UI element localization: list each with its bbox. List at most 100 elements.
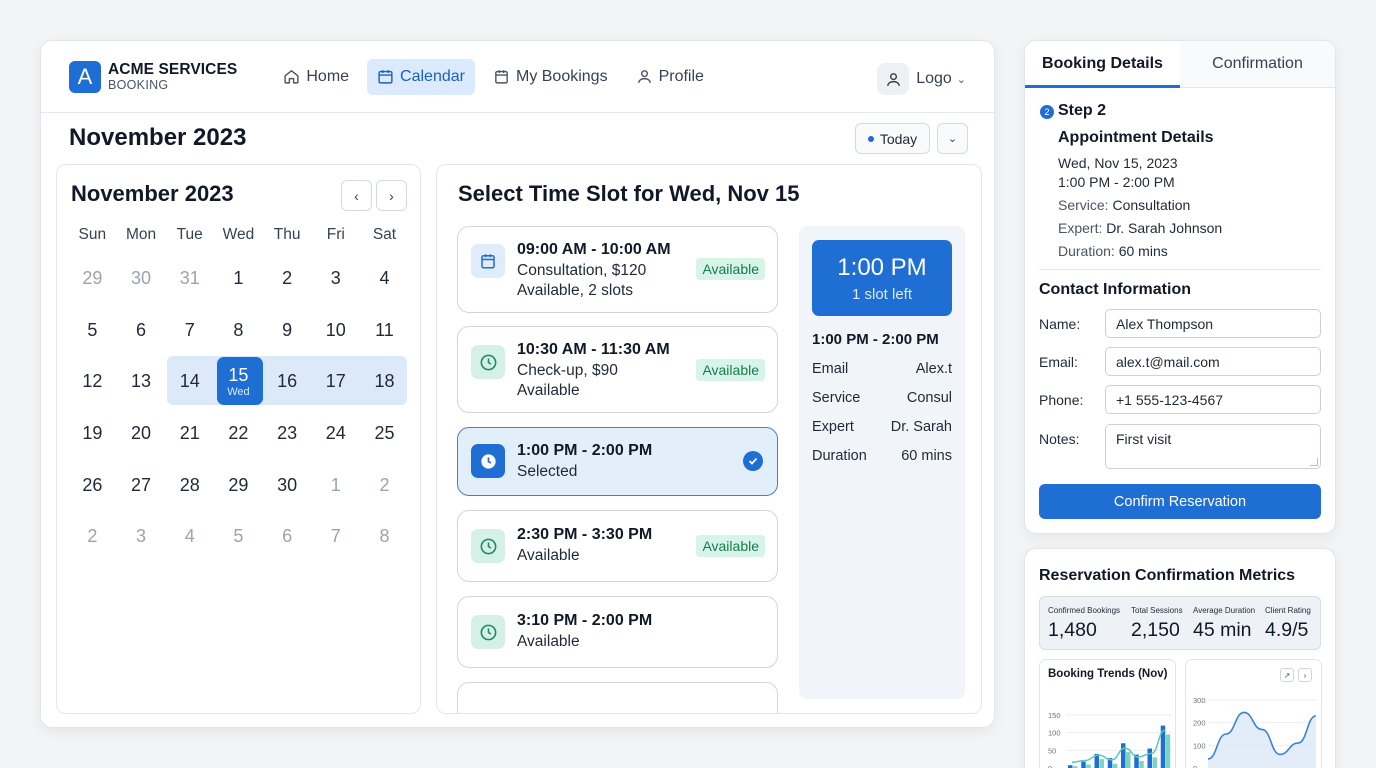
today-button[interactable]: Today [855, 123, 930, 154]
calendar-day[interactable]: 10 [311, 305, 360, 357]
calendar-day[interactable]: 21 [165, 408, 214, 460]
calendar-day[interactable]: 24 [311, 408, 360, 460]
next-month-button[interactable]: › [376, 180, 407, 211]
time-slot-card-partial[interactable] [457, 682, 778, 713]
chevron-down-icon: ⌄ [956, 73, 966, 86]
tab-booking-details[interactable]: Booking Details [1025, 41, 1180, 88]
calendar-day[interactable]: 14 [165, 356, 214, 408]
calendar-day[interactable]: 1 [214, 253, 263, 305]
calendar-day[interactable]: 12 [68, 356, 117, 408]
calendar-day[interactable]: 11 [360, 305, 409, 357]
calendar-day[interactable]: 2 [360, 459, 409, 511]
bar [1126, 752, 1131, 768]
appointment-service: Service: Consultation [1058, 197, 1191, 213]
calendar-day[interactable]: 3 [311, 253, 360, 305]
calendar-day[interactable]: 28 [165, 459, 214, 511]
today-label: Today [879, 130, 918, 147]
brand-subtitle: BOOKING [108, 78, 169, 92]
phone-label: Phone: [1039, 392, 1084, 408]
nav-label-profile: Profile [658, 67, 704, 85]
nav-item-calendar[interactable]: Calendar [367, 58, 475, 95]
calendar-day[interactable]: 27 [117, 459, 166, 511]
calendar-day[interactable]: 18 [360, 356, 409, 408]
calendar-day[interactable]: 4 [165, 511, 214, 563]
time-slot-card-selected[interactable]: 1:00 PM - 2:00 PM Selected [457, 427, 778, 496]
calendar-day[interactable]: 2 [263, 253, 312, 305]
calendar-day[interactable]: 8 [360, 511, 409, 563]
calendar-day[interactable]: 5 [68, 305, 117, 357]
time-slot-panel: Select Time Slot for Wed, Nov 15 09:00 A… [436, 164, 982, 714]
time-slot-card[interactable]: 2:30 PM - 3:30 PM Available Available [457, 510, 778, 582]
slot-summary-panel: 1:00 PM 1 slot left 1:00 PM - 2:00 PM Em… [799, 226, 965, 699]
stat-total-sessions: Total Sessions 2,150 [1131, 606, 1183, 641]
weekday-label: Thu [273, 226, 301, 243]
calendar-day[interactable]: 6 [117, 305, 166, 357]
calendar-day[interactable]: 8 [214, 305, 263, 357]
calendar-day[interactable]: 20 [117, 408, 166, 460]
weekday-label: Sat [372, 226, 397, 243]
booking-tabs: Booking Details Confirmation [1025, 41, 1335, 88]
booking-trends-svg: 150 100 50 0 [1048, 711, 1172, 768]
calendar-day[interactable]: 17 [311, 356, 360, 408]
calendar-day[interactable]: 2 [68, 511, 117, 563]
calendar-day[interactable]: 26 [68, 459, 117, 511]
trend-area-svg: 300 200 100 0 [1193, 696, 1317, 768]
calendar-day[interactable]: 7 [311, 511, 360, 563]
tab-confirmation[interactable]: Confirmation [1180, 41, 1335, 87]
calendar-day[interactable]: 4 [360, 253, 409, 305]
y-tick-label: 300 [1193, 696, 1206, 705]
prev-month-button[interactable]: ‹ [341, 180, 372, 211]
time-slot-card[interactable]: 09:00 AM - 10:00 AM Consultation, $120 A… [457, 226, 778, 313]
y-tick-label: 150 [1048, 711, 1061, 720]
calendar-day[interactable]: 22 [214, 408, 263, 460]
view-dropdown-button[interactable]: ⌄ [937, 123, 968, 154]
time-slot-card[interactable]: 3:10 PM - 2:00 PM Available [457, 596, 778, 668]
phone-field[interactable]: +1 555-123-4567 [1105, 385, 1321, 414]
notes-label: Notes: [1039, 431, 1080, 447]
calendar-day[interactable]: 3 [117, 511, 166, 563]
time-slot-title: Select Time Slot for Wed, Nov 15 [458, 181, 800, 206]
chevron-left-icon: ‹ [354, 187, 359, 204]
slot-status: Selected [517, 462, 578, 480]
calendar-day[interactable]: 16 [263, 356, 312, 408]
calendar-day[interactable]: 29 [68, 253, 117, 305]
notes-field[interactable]: First visit [1105, 424, 1321, 469]
contact-title: Contact Information [1039, 281, 1191, 298]
calendar-day[interactable]: 30 [117, 253, 166, 305]
booking-details-card: Booking Details Confirmation 2 Step 2 Ap… [1024, 40, 1336, 534]
calendar-icon [378, 70, 393, 84]
slot-time: 10:30 AM - 11:30 AM [517, 341, 670, 358]
nav-item-my-bookings[interactable]: My Bookings [483, 59, 618, 95]
stat-confirmed-bookings: Confirmed Bookings 1,480 [1048, 606, 1121, 641]
nav-label-my-bookings: My Bookings [515, 67, 608, 85]
confirm-reservation-button[interactable]: Confirm Reservation [1039, 484, 1321, 519]
calendar-day[interactable]: 25 [360, 408, 409, 460]
calendar-day[interactable]: 30 [263, 459, 312, 511]
resize-handle-icon[interactable] [1310, 458, 1318, 466]
brand-title: ACME SERVICES [108, 60, 238, 78]
summary-row-expert: Expert Dr. Sarah [812, 419, 952, 435]
step-number-badge: 2 [1040, 105, 1054, 119]
calendar-day[interactable]: 13 [117, 356, 166, 408]
name-field[interactable]: Alex Thompson [1105, 309, 1321, 338]
calendar-day[interactable]: 9 [263, 305, 312, 357]
calendar-day[interactable]: 29 [214, 459, 263, 511]
calendar-day-selected[interactable]: 15 Wed [214, 356, 263, 408]
brand-logo[interactable]: A ACME SERVICES BOOKING [69, 60, 238, 93]
clock-icon [471, 444, 505, 478]
nav-item-home[interactable]: Home [273, 59, 359, 95]
calendar-day[interactable]: 19 [68, 408, 117, 460]
nav-item-profile[interactable]: Profile [626, 59, 714, 95]
slot-time: 1:00 PM - 2:00 PM [517, 442, 653, 459]
calendar-day[interactable]: 23 [263, 408, 312, 460]
user-menu[interactable]: Logo ⌄ [877, 63, 966, 95]
calendar-day[interactable]: 6 [263, 511, 312, 563]
email-field[interactable]: alex.t@mail.com [1105, 347, 1321, 376]
bookings-icon [495, 70, 508, 84]
calendar-day[interactable]: 1 [311, 459, 360, 511]
calendar-day[interactable]: 7 [165, 305, 214, 357]
calendar-day[interactable]: 5 [214, 511, 263, 563]
status-badge: Available [696, 258, 765, 280]
time-slot-card[interactable]: 10:30 AM - 11:30 AM Check-up, $90 Availa… [457, 326, 778, 413]
calendar-day[interactable]: 31 [165, 253, 214, 305]
